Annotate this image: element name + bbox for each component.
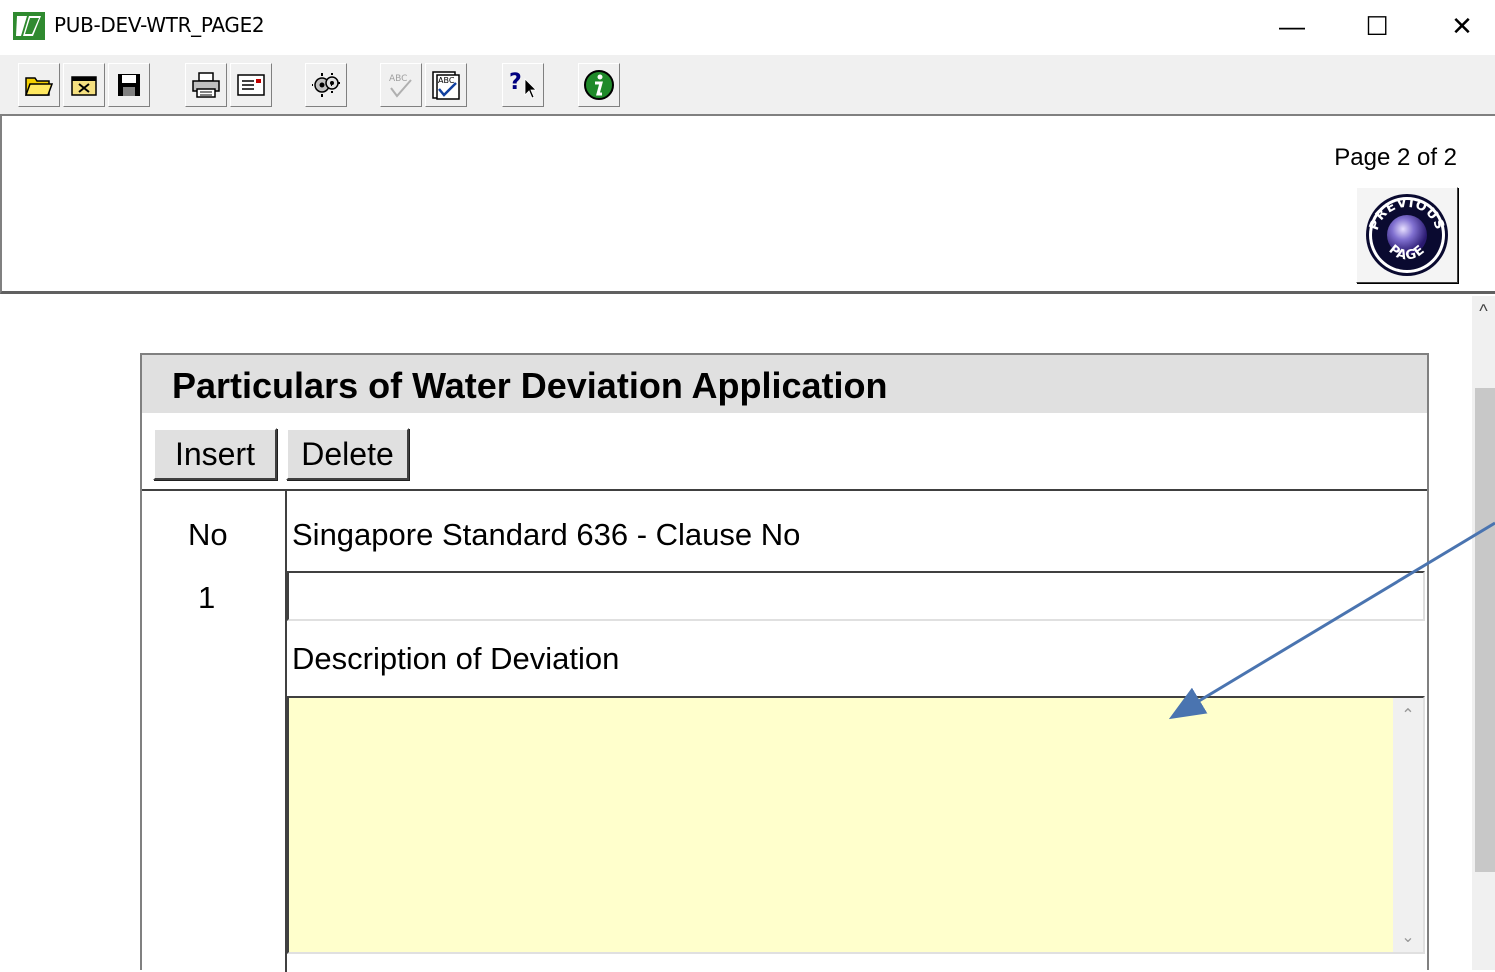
divider — [142, 489, 1427, 491]
close-window-button[interactable]: ✕ — [1420, 0, 1495, 52]
print-icon[interactable] — [185, 63, 227, 107]
save-icon[interactable] — [108, 63, 150, 107]
close-form-icon[interactable] — [63, 63, 105, 107]
spellcheck-disabled-icon[interactable]: ABC — [380, 63, 422, 107]
chevron-up-icon[interactable]: ⌃ — [1393, 702, 1423, 728]
previous-page-button[interactable]: PREVIOUS PAGE — [1356, 187, 1458, 283]
description-scrollbar[interactable]: ⌃ ⌄ — [1393, 698, 1423, 952]
description-textarea[interactable]: ⌃ ⌄ — [287, 696, 1425, 954]
svg-text:?: ? — [509, 70, 522, 95]
spellcheck-icon[interactable]: ABC — [425, 63, 467, 107]
title-bar: PUB-DEV-WTR_PAGE2 — ☐ ✕ — [0, 0, 1495, 55]
chevron-down-icon[interactable]: ⌄ — [1393, 924, 1423, 950]
col-no-label: No — [188, 517, 228, 552]
scroll-thumb[interactable] — [1475, 388, 1495, 872]
open-folder-icon[interactable] — [18, 63, 60, 107]
toolbar: ABC ABC ? — [0, 55, 1495, 115]
deviation-form: Particulars of Water Deviation Applicati… — [140, 353, 1429, 972]
form-header: Particulars of Water Deviation Applicati… — [142, 355, 1427, 413]
description-label: Description of Deviation — [292, 641, 620, 676]
clause-input[interactable] — [287, 571, 1425, 621]
maximize-button[interactable]: ☐ — [1335, 0, 1419, 52]
window-title: PUB-DEV-WTR_PAGE2 — [54, 13, 265, 37]
svg-text:ABC: ABC — [438, 76, 455, 85]
row-number: 1 — [198, 580, 216, 615]
app-logo-icon — [13, 12, 45, 40]
previous-page-icon: PREVIOUS PAGE — [1366, 194, 1448, 276]
form-title: Particulars of Water Deviation Applicati… — [172, 365, 888, 406]
header-panel: Page 2 of 2 PREVIOUS PAGE — [0, 114, 1495, 294]
page-indicator: Page 2 of 2 — [1334, 144, 1457, 171]
gears-icon[interactable] — [305, 63, 347, 107]
scroll-up-icon[interactable]: ^ — [1472, 296, 1495, 326]
context-help-icon[interactable]: ? — [502, 63, 544, 107]
svg-text:ABC: ABC — [389, 74, 407, 84]
delete-button[interactable]: Delete — [286, 428, 409, 480]
print-preview-icon[interactable] — [230, 63, 272, 107]
vertical-scrollbar[interactable]: ^ — [1472, 296, 1495, 970]
minimize-button[interactable]: — — [1250, 0, 1334, 52]
info-icon[interactable] — [578, 63, 620, 107]
clause-label: Singapore Standard 636 - Clause No — [292, 517, 801, 552]
insert-button[interactable]: Insert — [153, 428, 277, 480]
